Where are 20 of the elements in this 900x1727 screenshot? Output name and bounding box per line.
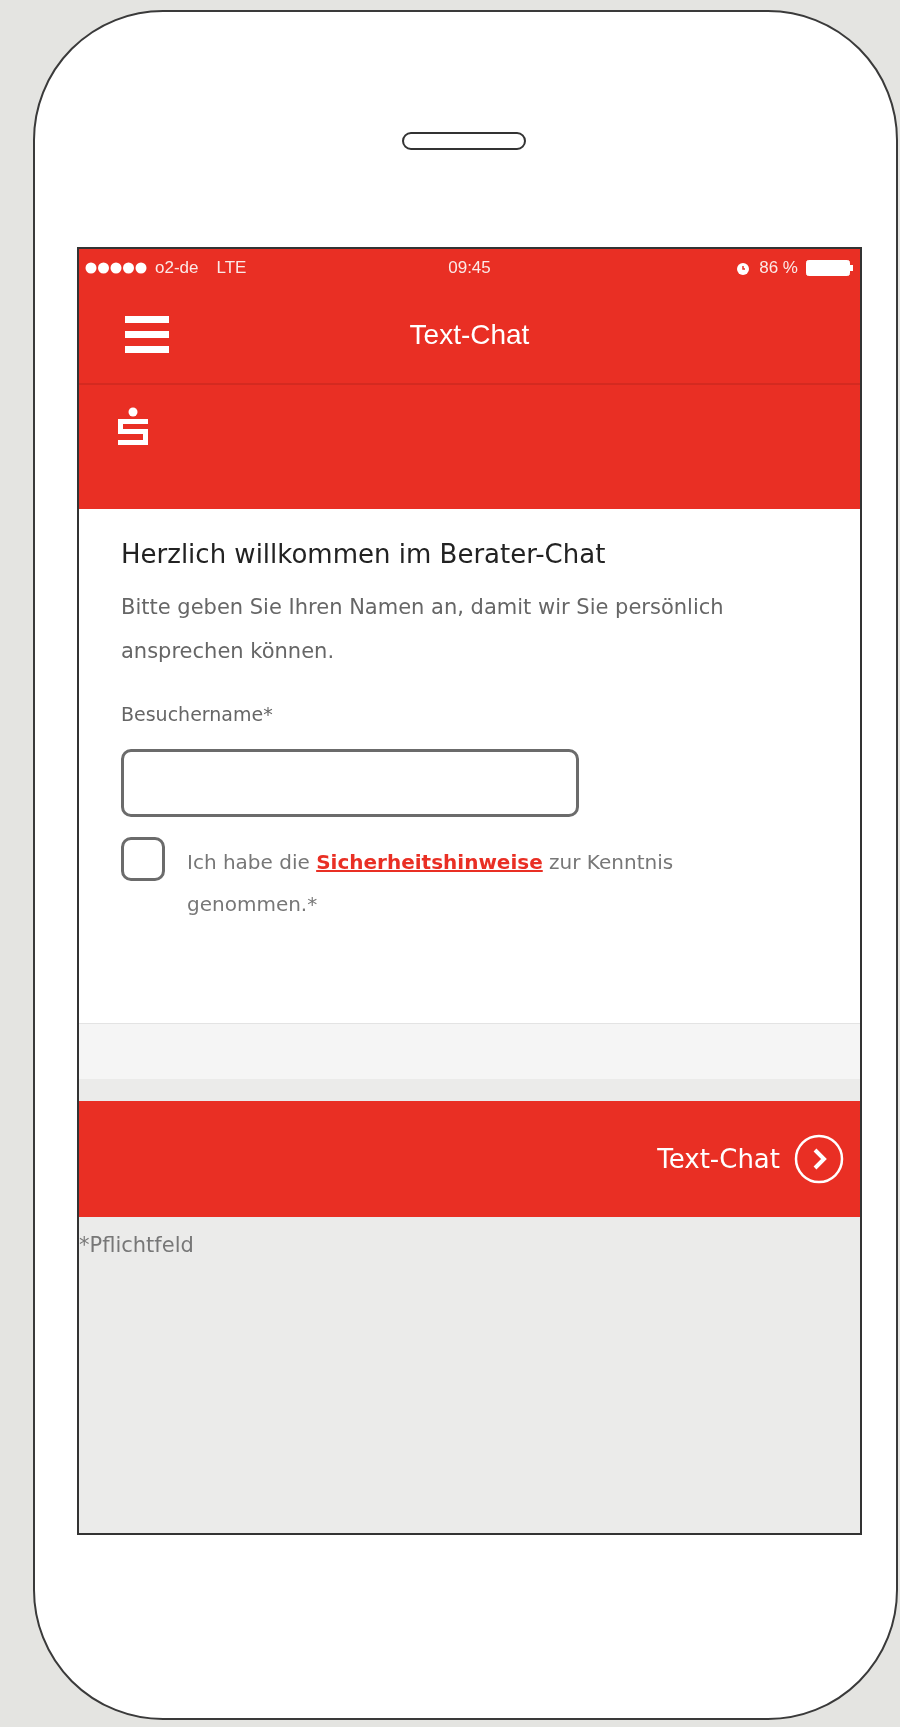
network-type: LTE (216, 258, 247, 278)
alarm-icon (735, 260, 752, 276)
required-note: *Pflichtfeld (79, 1232, 195, 1257)
logo-icon (117, 407, 149, 447)
battery-percent: 86 % (759, 258, 798, 278)
name-input[interactable] (121, 749, 579, 817)
welcome-heading: Herzlich willkommen im Berater-Chat (121, 539, 607, 569)
chevron-right-circle-icon (794, 1134, 844, 1184)
clock-time: 09:45 (448, 258, 491, 278)
security-notes-link[interactable]: Sicherheitshinweise (316, 850, 543, 874)
consent-checkbox[interactable] (121, 837, 165, 881)
nav-title: Text-Chat (409, 319, 530, 351)
menu-button[interactable] (125, 315, 169, 355)
consent-text: Ich habe die Sicherheitshinweise zur Kenntnis genommen.* (187, 849, 675, 918)
name-label: Besuchername* (121, 703, 274, 725)
carrier-name: o2-de (155, 258, 199, 278)
start-chat-button[interactable]: Text-Chat (657, 1134, 844, 1184)
intro-text: Bitte geben Sie Ihren Namen an, damit wir Sie persönlich ansprechen können. (121, 594, 725, 665)
battery-icon (806, 260, 854, 276)
signal-icon (85, 262, 147, 274)
